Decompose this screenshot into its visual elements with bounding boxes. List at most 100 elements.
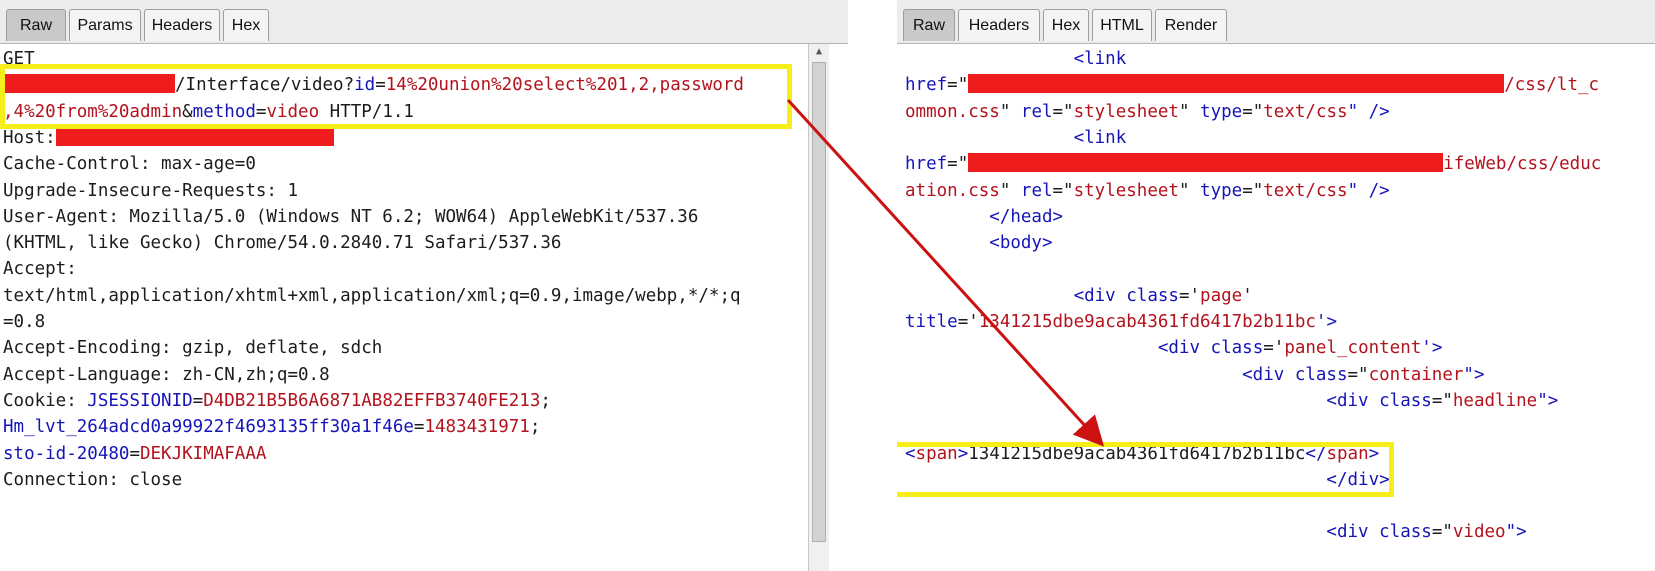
- code-token: =': [957, 312, 979, 332]
- request-raw-editor[interactable]: GET/Interface/video?id=14%20union%20sele…: [0, 44, 848, 571]
- code-token: Cache-Control: max-age=0: [3, 154, 256, 175]
- code-token: &: [182, 101, 193, 122]
- code-token: class: [1210, 338, 1264, 359]
- code-token: Hm_lvt_264adcd0a99922f4693135ff30a1f46e: [3, 417, 414, 438]
- code-token: ">: [1463, 364, 1485, 385]
- response-raw-viewer[interactable]: <link href="/css/lt_c ommon.css" rel="styl…: [897, 44, 1655, 571]
- code-token: =': [1178, 285, 1201, 306]
- code-token: >: [957, 443, 969, 464]
- code-line: ommon.css" rel="stylesheet" type="text/c…: [905, 99, 1390, 126]
- code-token: text/html,application/xhtml+xml,applicat…: [3, 285, 741, 306]
- code-token: stylesheet: [1073, 180, 1179, 201]
- request-panel: Raw Params Headers Hex GET/Interface/vid…: [0, 0, 848, 571]
- code-token: Accept-Encoding: gzip, deflate, sdch: [3, 338, 383, 359]
- code-token: DEKJKIMAFAAA: [139, 443, 267, 464]
- code-token: </head>: [905, 206, 1064, 227]
- code-token: Connection: close: [3, 469, 183, 490]
- response-tab-render[interactable]: Render: [1155, 9, 1227, 41]
- code-token: container: [1368, 364, 1464, 385]
- code-line: Accept-Language: zh-CN,zh;q=0.8: [3, 362, 330, 389]
- code-token: JSESSIONID: [87, 390, 193, 411]
- code-token: ,4%20from%20admin: [3, 101, 183, 122]
- code-token: <body>: [905, 233, 1053, 254]
- code-token: <div: [905, 285, 1127, 306]
- code-token: >: [1368, 443, 1380, 464]
- code-token: title: [905, 312, 958, 332]
- code-token: rel: [1020, 101, 1053, 122]
- code-line: Cookie: JSESSIONID=D4DB21B5B6A6871AB82EF…: [3, 388, 551, 415]
- code-line: </head>: [905, 204, 1063, 231]
- code-token: =": [1431, 390, 1453, 411]
- code-token: =": [1431, 522, 1453, 543]
- code-token: ation.css: [905, 180, 1000, 201]
- redaction-bar: [968, 153, 1444, 173]
- code-token: </div>: [905, 469, 1390, 490]
- code-token: <div: [905, 364, 1295, 385]
- request-tab-hex[interactable]: Hex: [223, 9, 269, 41]
- request-tab-headers[interactable]: Headers: [144, 9, 220, 41]
- request-scrollbar[interactable]: ▲: [808, 44, 829, 571]
- code-token: =": [947, 154, 969, 175]
- response-tab-hex[interactable]: Hex: [1043, 9, 1089, 41]
- code-token: =": [1052, 180, 1074, 201]
- redaction-bar: [3, 74, 175, 94]
- request-tab-params[interactable]: Params: [69, 9, 141, 41]
- code-token: <: [905, 443, 916, 464]
- code-token: HTTP/1.1: [319, 101, 414, 122]
- code-token: text/css: [1263, 180, 1348, 201]
- code-token: href: [905, 75, 948, 96]
- response-tab-html[interactable]: HTML: [1092, 9, 1152, 41]
- code-token: ifeWeb/css/educ: [1443, 154, 1602, 175]
- code-token: video: [266, 101, 320, 122]
- code-token: /css/lt_c: [1504, 75, 1600, 96]
- scroll-up-icon[interactable]: ▲: [813, 46, 825, 58]
- code-line: <link: [905, 125, 1127, 152]
- code-line: <body>: [905, 230, 1053, 257]
- code-token: text/css: [1263, 101, 1348, 122]
- code-line: <div class='panel_content'>: [905, 335, 1443, 362]
- code-token: (KHTML, like Gecko) Chrome/54.0.2840.71 …: [3, 233, 562, 254]
- code-line: User-Agent: Mozilla/5.0 (Windows NT 6.2;…: [3, 204, 698, 231]
- redaction-bar: [55, 126, 334, 146]
- code-line: title='1341215dbe9acab4361fd6417b2b11bc'…: [905, 309, 1337, 336]
- code-token: method: [192, 101, 256, 122]
- code-token: Cookie:: [3, 390, 88, 411]
- code-token: 1341215dbe9acab4361fd6417b2b11bc: [968, 443, 1306, 464]
- code-token: =": [1347, 364, 1369, 385]
- request-tab-raw[interactable]: Raw: [6, 9, 66, 41]
- code-token: =": [1242, 180, 1264, 201]
- code-token: ">: [1505, 522, 1527, 543]
- response-tab-headers[interactable]: Headers: [958, 9, 1040, 41]
- response-tabbar: Raw Headers Hex HTML Render: [897, 0, 1655, 44]
- code-token: id: [354, 75, 376, 96]
- code-token: Accept:: [3, 259, 77, 280]
- code-token: =0.8: [3, 312, 46, 332]
- pane-divider[interactable]: [848, 0, 897, 571]
- code-line: Host:: [3, 125, 334, 152]
- code-line: <div class="headline">: [905, 388, 1558, 415]
- code-token: =: [129, 443, 140, 464]
- code-token: class: [1294, 364, 1348, 385]
- code-token: D4DB21B5B6A6871AB82EFFB3740FE213: [203, 390, 541, 411]
- code-token: class: [1126, 285, 1179, 306]
- request-scrollbar-thumb[interactable]: [812, 62, 826, 542]
- code-token: href: [905, 154, 948, 175]
- code-token: <div: [905, 390, 1380, 411]
- code-token: '>: [1421, 338, 1443, 359]
- code-token: User-Agent: Mozilla/5.0 (Windows NT 6.2;…: [3, 206, 699, 227]
- response-tab-raw[interactable]: Raw: [903, 9, 955, 41]
- response-panel: Raw Headers Hex HTML Render <link href=" /…: [897, 0, 1655, 571]
- code-token: =": [947, 75, 969, 96]
- code-token: ;: [529, 417, 541, 438]
- code-line: GET: [3, 46, 35, 73]
- code-line: </div>: [905, 467, 1390, 494]
- code-token: Host:: [3, 127, 56, 148]
- code-line: (KHTML, like Gecko) Chrome/54.0.2840.71 …: [3, 230, 561, 257]
- code-line: text/html,application/xhtml+xml,applicat…: [3, 283, 741, 310]
- code-token: =: [375, 75, 386, 96]
- code-line: Hm_lvt_264adcd0a99922f4693135ff30a1f46e=…: [3, 414, 540, 441]
- code-token: =": [1052, 101, 1074, 122]
- code-token: <div: [905, 522, 1380, 543]
- code-token: " />: [1347, 180, 1390, 201]
- code-token: =: [192, 390, 204, 411]
